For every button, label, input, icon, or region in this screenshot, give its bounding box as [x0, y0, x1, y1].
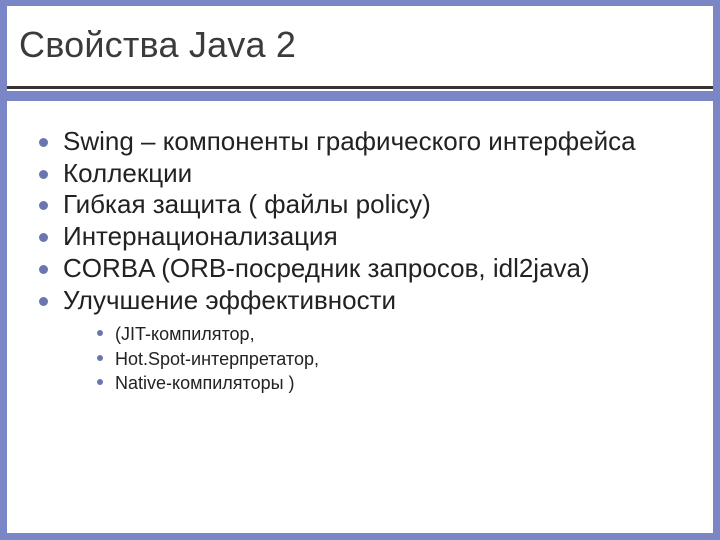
title-divider [7, 86, 713, 100]
bullet-icon [39, 201, 48, 210]
bullet-icon [97, 330, 103, 336]
list-item-text: Swing – компоненты графического интерфей… [63, 126, 636, 156]
bullet-icon [97, 355, 103, 361]
bullet-icon [39, 233, 48, 242]
sub-list: (JIT-компилятор, Hot.Spot-интерпретатор,… [95, 322, 685, 395]
list-item-text: Интернационализация [63, 221, 338, 251]
list-item-text: Коллекции [63, 158, 192, 188]
list-item-text: Улучшение эффективности [63, 285, 396, 315]
sub-list-item-text: Native-компиляторы ) [115, 373, 295, 393]
list-item: Swing – компоненты графического интерфей… [35, 126, 685, 158]
list-item: CORBA (ORB-посредник запросов, idl2java) [35, 253, 685, 285]
sub-list-item-text: (JIT-компилятор, [115, 324, 255, 344]
slide-content: Swing – компоненты графического интерфей… [35, 126, 685, 395]
bullet-icon [39, 170, 48, 179]
bullet-icon [97, 379, 103, 385]
sub-list-item: Native-компиляторы ) [95, 371, 685, 395]
list-item-text: CORBA (ORB-посредник запросов, idl2java) [63, 253, 590, 283]
sub-list-item: (JIT-компилятор, [95, 322, 685, 346]
list-item: Коллекции [35, 158, 685, 190]
list-item-text: Гибкая защита ( файлы policy) [63, 189, 431, 219]
bullet-icon [39, 265, 48, 274]
main-list: Swing – компоненты графического интерфей… [35, 126, 685, 316]
sub-list-item-text: Hot.Spot-интерпретатор, [115, 349, 319, 369]
slide-title: Свойства Java 2 [19, 24, 296, 66]
bullet-icon [39, 297, 48, 306]
list-item: Интернационализация [35, 221, 685, 253]
bullet-icon [39, 138, 48, 147]
sub-list-item: Hot.Spot-интерпретатор, [95, 347, 685, 371]
list-item: Гибкая защита ( файлы policy) [35, 189, 685, 221]
slide: Свойства Java 2 Swing – компоненты графи… [7, 6, 713, 533]
list-item: Улучшение эффективности [35, 285, 685, 317]
